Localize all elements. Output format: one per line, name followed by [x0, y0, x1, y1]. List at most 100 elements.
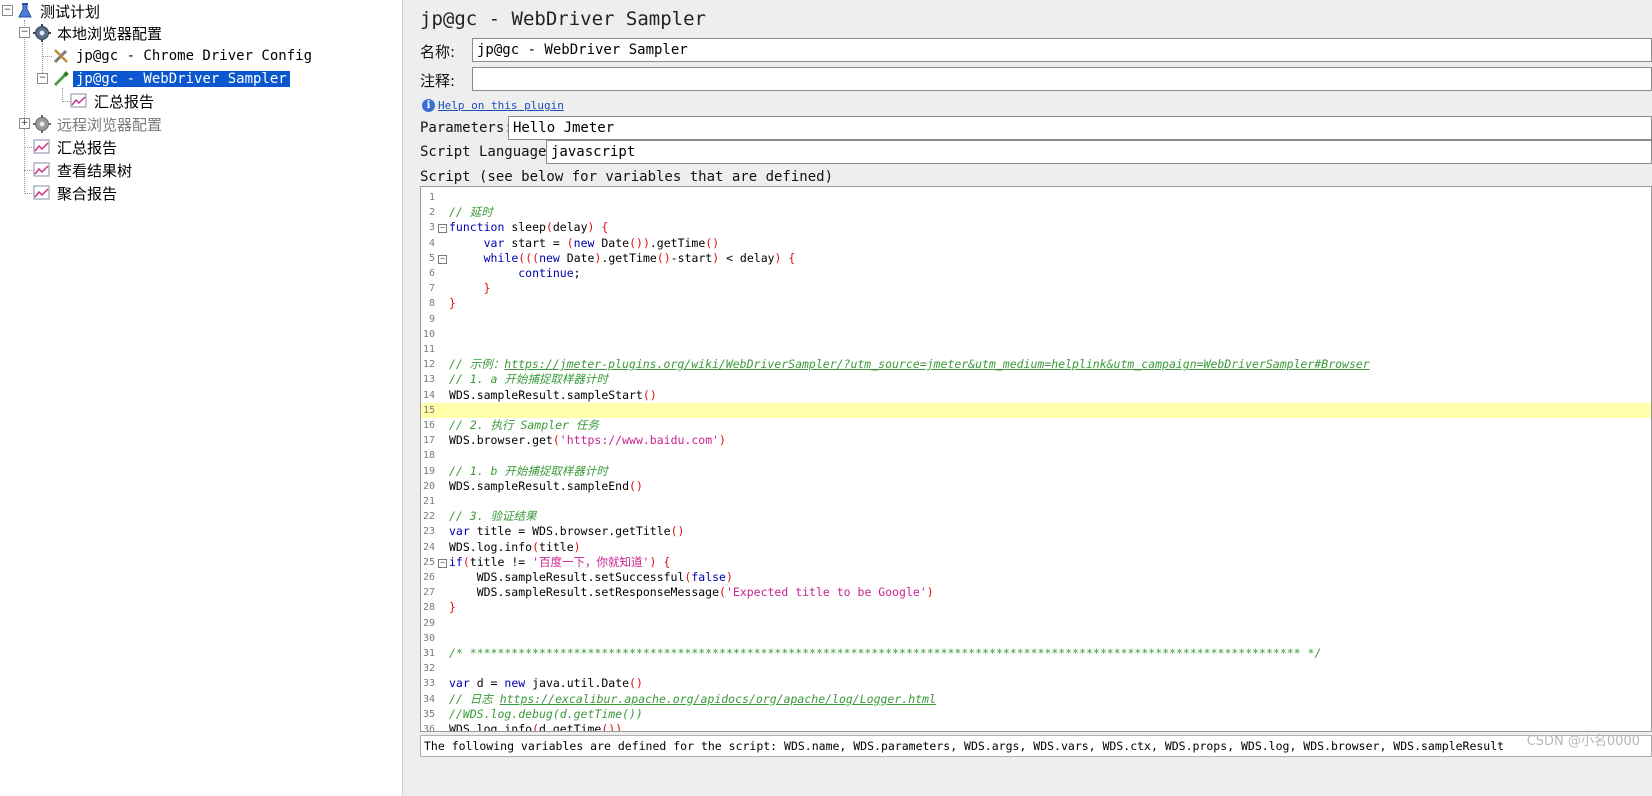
tree-connector — [62, 101, 70, 102]
tree-item-label: jp@gc - Chrome Driver Config — [76, 48, 313, 64]
code-line[interactable]: 17 WDS.browser.get('https://www.baidu.com… — [421, 433, 1651, 448]
tree-connector — [42, 56, 52, 57]
tree-item-view-results-tree[interactable]: 查看结果树 — [33, 159, 135, 181]
code-line[interactable]: 15 — [421, 402, 1651, 418]
line-number: 30 — [422, 632, 435, 644]
code-line[interactable]: 9 — [421, 312, 1651, 327]
fold-toggle-icon[interactable]: − — [438, 558, 447, 568]
code-line[interactable]: 6 continue; — [421, 266, 1651, 281]
code-line[interactable]: 14 WDS.sampleResult.sampleStart() — [421, 388, 1651, 403]
code-line[interactable]: 26 WDS.sampleResult.setSuccessful(false) — [421, 570, 1651, 585]
code-line[interactable]: 13 // 1. a 开始捕捉取样器计时 — [421, 372, 1651, 387]
line-number: 35 — [422, 708, 435, 720]
chart-icon — [33, 184, 51, 202]
line-number: 36 — [422, 724, 435, 732]
code-line[interactable]: 1 — [421, 190, 1651, 205]
code-line[interactable]: 3− function sleep(delay) { — [421, 220, 1651, 235]
line-number: 28 — [422, 602, 435, 614]
line-number: 6 — [428, 268, 435, 279]
code-line[interactable]: 27 WDS.sampleResult.setResponseMessage('… — [421, 585, 1651, 600]
line-number: 33 — [422, 678, 435, 690]
code-text: //WDS.log.debug(d.getTime()) — [449, 706, 643, 721]
code-line[interactable]: 20 WDS.sampleResult.sampleEnd() — [421, 479, 1651, 494]
line-number: 32 — [422, 663, 435, 675]
expand-toggle-icon[interactable]: + — [19, 118, 30, 129]
code-line[interactable]: 22 // 3. 验证结果 — [421, 509, 1651, 524]
code-line[interactable]: 19 // 1. b 开始捕捉取样器计时 — [421, 464, 1651, 479]
line-number: 26 — [422, 572, 435, 583]
collapse-toggle-icon[interactable]: − — [19, 27, 30, 38]
code-line[interactable]: 10 — [421, 327, 1651, 342]
tree-item-test-plan[interactable]: 测试计划 — [16, 0, 103, 22]
help-link-row[interactable]: i Help on this plugin — [422, 99, 564, 112]
code-line[interactable]: 5− while(((new Date).getTime()-start) < … — [421, 251, 1651, 266]
script-language-select[interactable]: javascript — [546, 140, 1652, 164]
tree-item-summary-report[interactable]: 汇总报告 — [70, 90, 157, 112]
fold-toggle-icon[interactable]: − — [438, 224, 447, 234]
tree-connector — [24, 20, 25, 194]
chart-icon — [33, 138, 51, 156]
code-text: WDS.sampleResult.setResponseMessage('Exp… — [449, 585, 934, 600]
code-line[interactable]: 23 var title = WDS.browser.getTitle() — [421, 524, 1651, 539]
code-line[interactable]: 30 — [421, 631, 1651, 646]
code-text: continue; — [518, 266, 581, 280]
line-number: 14 — [422, 389, 435, 401]
code-line[interactable]: 4 var start = (new Date()).getTime() — [421, 236, 1651, 251]
code-line[interactable]: 2 // 延时 — [421, 205, 1651, 220]
code-line[interactable]: 11 — [421, 342, 1651, 357]
chart-icon — [33, 161, 51, 179]
code-line[interactable]: 18 — [421, 448, 1651, 463]
code-line[interactable]: 36 WDS.log.info(d.getTime()) — [421, 722, 1651, 732]
tree-item-chrome-driver-config[interactable]: jp@gc - Chrome Driver Config — [52, 45, 315, 67]
line-number: 11 — [422, 344, 435, 355]
code-line[interactable]: 33 var d = new java.util.Date() — [421, 676, 1651, 691]
tree-item-summary-report[interactable]: 汇总报告 — [33, 136, 120, 158]
code-line[interactable]: 24 WDS.log.info(title) — [421, 540, 1651, 555]
name-label: 名称: — [420, 43, 456, 61]
parameters-field[interactable]: Hello Jmeter — [508, 116, 1652, 140]
code-line[interactable]: 31 /* ***********************************… — [421, 646, 1651, 661]
line-number: 22 — [422, 511, 435, 523]
tree-item-webdriver-sampler[interactable]: jp@gc - WebDriver Sampler — [52, 68, 291, 90]
tree-item-aggregate-report[interactable]: 聚合报告 — [33, 182, 120, 204]
help-link[interactable]: Help on this plugin — [438, 99, 564, 112]
script-editor[interactable]: 1 2// 延时 3− function sleep(delay) {4 var st… — [420, 186, 1652, 732]
code-text: WDS.sampleResult.sampleEnd() — [449, 478, 643, 493]
code-text: // 日志 https://excalibur.apache.org/apido… — [449, 691, 936, 706]
tree-item-local-browser-config[interactable]: 本地浏览器配置 — [33, 22, 165, 44]
code-text: } — [449, 600, 456, 615]
tree-item-label: 汇总报告 — [57, 138, 118, 157]
line-number: 29 — [422, 617, 435, 629]
code-line[interactable]: 8} — [421, 296, 1651, 311]
test-plan-tree[interactable]: − − − + 测试计划 本地浏览器配置 jp@gc - Chrome Driv… — [0, 0, 402, 796]
line-number: 13 — [422, 374, 435, 386]
code-line[interactable]: 25− if(title != '百度一下，你就知道') { — [421, 555, 1651, 570]
sampler-config-panel: jp@gc - WebDriver Sampler 名称: jp@gc - We… — [412, 0, 1652, 796]
comment-field[interactable] — [472, 67, 1652, 91]
code-text: var start = (new Date()).getTime() — [483, 235, 720, 250]
code-line[interactable]: 12 // 示例：https://jmeter-plugins.org/wiki/… — [421, 357, 1651, 372]
line-number: 12 — [422, 359, 435, 371]
code-line[interactable]: 28} — [421, 600, 1651, 615]
code-line[interactable]: 7 } — [421, 281, 1651, 296]
collapse-toggle-icon[interactable]: − — [37, 73, 48, 84]
code-line[interactable]: 32 — [421, 661, 1651, 676]
fold-toggle-icon[interactable]: − — [438, 254, 447, 264]
code-line[interactable]: 16 // 2. 执行 Sampler 任务 — [421, 418, 1651, 433]
tree-connector — [62, 88, 63, 102]
line-number: 2 — [428, 207, 435, 219]
line-number: 1 — [428, 192, 435, 203]
code-text: if(title != '百度一下，你就知道') { — [449, 554, 671, 569]
tree-item-remote-browser-config[interactable]: 远程浏览器配置 — [33, 113, 165, 135]
name-field[interactable]: jp@gc - WebDriver Sampler — [472, 38, 1652, 62]
collapse-toggle-icon[interactable]: − — [2, 5, 13, 16]
code-line[interactable]: 21 — [421, 494, 1651, 509]
script-language-label: Script Language: — [420, 144, 555, 160]
code-line[interactable]: 29 — [421, 616, 1651, 631]
code-line[interactable]: 35 //WDS.log.debug(d.getTime()) — [421, 707, 1651, 722]
code-line[interactable]: 34 // 日志 https://excalibur.apache.org/api… — [421, 692, 1651, 707]
script-label: Script (see below for variables that are… — [420, 169, 834, 185]
comment-label: 注释: — [420, 72, 456, 90]
line-number: 16 — [422, 420, 435, 431]
line-number: 7 — [428, 283, 435, 295]
